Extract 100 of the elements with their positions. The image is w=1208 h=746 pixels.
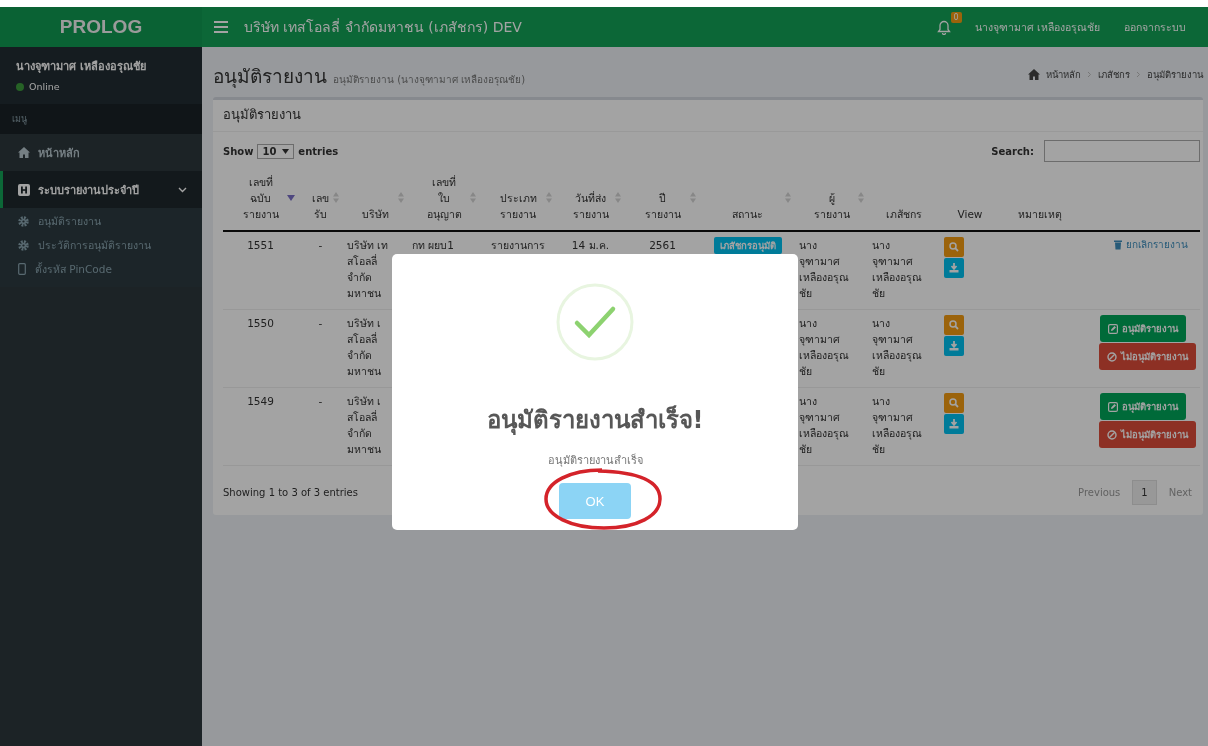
app-logo[interactable]: PROLOG xyxy=(0,7,202,47)
notification-count: 0 xyxy=(950,11,962,23)
column-header[interactable]: เลขที่ ฉบับ รายงาน xyxy=(242,174,279,222)
logout-link[interactable]: ออกจากระบบ xyxy=(1124,18,1186,36)
breadcrumb-link[interactable]: หน้าหลัก xyxy=(1046,67,1081,82)
table-cell-text: นาง จุฑามาศ เหลืองอรุณ ชัย xyxy=(799,238,850,301)
sort-icon[interactable] xyxy=(857,192,865,203)
table-cell-text: 1549 xyxy=(246,394,275,409)
menu-header: เมนู xyxy=(0,104,202,134)
download-icon xyxy=(949,419,959,429)
chevron-icon[interactable] xyxy=(178,186,187,193)
column-header[interactable]: View xyxy=(957,206,983,222)
ban-icon xyxy=(1107,429,1117,440)
sort-icon[interactable] xyxy=(397,192,405,203)
column-header[interactable]: ประเภท รายงาน xyxy=(499,190,537,222)
table-cell-text: นาง จุฑามาศ เหลืองอรุณ ชัย xyxy=(872,316,923,379)
submenu-item[interactable]: ประวัติการอนุมัติรายงาน xyxy=(0,233,202,257)
page-subtitle: อนุมัติรายงาน (นางจุฑามาศ เหลืองอรุณชัย) xyxy=(333,74,526,85)
company-title: บริษัท เทสโอลลี่ จำกัดมหาชน (เภสัชกร) DEV xyxy=(244,17,522,37)
page-link[interactable]: 1 xyxy=(1132,480,1157,505)
table-cell-text: 1550 xyxy=(246,316,275,331)
search-icon xyxy=(949,242,959,252)
breadcrumb-link[interactable]: เภสัชกร xyxy=(1098,67,1130,82)
table-info: Showing 1 to 3 of 3 entries xyxy=(223,487,358,498)
success-check-icon xyxy=(555,282,635,362)
download-button[interactable] xyxy=(944,258,964,278)
search-field[interactable] xyxy=(1044,140,1200,162)
user-name: นางจุฑามาศ เหลืองอรุณชัย xyxy=(16,59,147,75)
home-icon xyxy=(18,147,30,158)
show-label: Show xyxy=(223,145,254,157)
box-title: อนุมัติรายงาน xyxy=(213,100,1203,132)
home-icon xyxy=(1028,69,1040,80)
sort-icon[interactable] xyxy=(287,192,295,203)
table-cell-text: - xyxy=(317,238,324,253)
table-cell-text: - xyxy=(317,394,324,409)
submenu-item[interactable]: อนุมัติรายงาน xyxy=(0,209,202,233)
search-icon xyxy=(949,398,959,408)
table-cell-text: - xyxy=(317,316,324,331)
search-label: Search: xyxy=(991,145,1034,157)
menu-icon[interactable] xyxy=(214,21,228,33)
sort-icon[interactable] xyxy=(545,192,553,203)
table-cell-text: นาง จุฑามาศ เหลืองอรุณ ชัย xyxy=(872,238,923,301)
edit-icon xyxy=(1108,323,1118,334)
dialog-title: อนุมัติรายงานสำเร็จ! xyxy=(486,404,704,437)
user-menu[interactable]: นางจุฑามาศ เหลืองอรุณชัย xyxy=(974,18,1100,36)
sort-icon[interactable] xyxy=(784,192,792,203)
sort-icon[interactable] xyxy=(614,192,622,203)
edit-icon xyxy=(1108,401,1118,412)
status-badge: เภสัชกรอนุมัติ xyxy=(713,237,782,254)
download-icon xyxy=(949,263,959,273)
bell-icon xyxy=(936,19,951,35)
reject-button[interactable]: ไม่อนุมัติรายงาน xyxy=(1099,343,1196,370)
column-header[interactable]: เภสัชกร xyxy=(886,206,922,222)
table-cell-text: รายงานการ xyxy=(490,238,546,253)
cancel-link[interactable]: ยกเลิกรายงาน xyxy=(1114,237,1196,252)
dropdown-arrow-icon xyxy=(282,148,290,154)
table-cell-text: นาง จุฑามาศ เหลืองอรุณ ชัย xyxy=(799,394,850,457)
column-header[interactable]: บริษัท xyxy=(362,206,389,222)
page-size-select[interactable]: 10 xyxy=(257,143,295,159)
column-header[interactable]: สถานะ xyxy=(732,206,763,222)
table-cell-text: บริษัท เ สโอลลี่ จำกัด มหาชน xyxy=(347,316,383,379)
table-cell-text: บริษัท เท สโอลลี่ จำกัด มหาชน xyxy=(347,238,390,301)
view-button[interactable] xyxy=(944,393,964,413)
status-dot xyxy=(16,82,24,91)
download-icon xyxy=(949,341,959,351)
sidebar-item[interactable]: หน้าหลัก xyxy=(0,134,202,171)
sort-icon[interactable] xyxy=(469,192,477,203)
view-button[interactable] xyxy=(944,315,964,335)
column-header[interactable]: ผู้ รายงาน xyxy=(813,190,850,222)
mobile-phone-icon xyxy=(18,263,26,275)
sort-icon[interactable] xyxy=(689,192,697,203)
breadcrumb-current: อนุมัติรายงาน xyxy=(1147,68,1203,82)
chevron-icon xyxy=(1087,71,1092,78)
gear-icon xyxy=(18,215,29,227)
column-header[interactable]: หมายเหตุ xyxy=(1018,206,1062,222)
view-button[interactable] xyxy=(944,237,964,257)
reject-button[interactable]: ไม่อนุมัติรายงาน xyxy=(1099,421,1196,448)
approve-button[interactable]: อนุมัติรายงาน xyxy=(1100,315,1186,342)
approve-button[interactable]: อนุมัติรายงาน xyxy=(1100,393,1186,420)
table-cell-text: นาง จุฑามาศ เหลืองอรุณ ชัย xyxy=(799,316,850,379)
column-header[interactable]: เลขที่ ใบ อนุญาต xyxy=(426,174,462,222)
column-header[interactable]: เลข รับ xyxy=(312,190,329,222)
download-button[interactable] xyxy=(944,336,964,356)
entries-label: entries xyxy=(298,145,339,157)
hospital-sign-icon xyxy=(18,183,30,196)
sort-icon[interactable] xyxy=(332,192,340,203)
column-header[interactable]: ปี รายงาน xyxy=(644,190,681,222)
search-icon xyxy=(949,320,959,330)
column-header[interactable]: วันที่ส่ง รายงาน xyxy=(572,190,609,222)
online-status: Online xyxy=(29,81,60,92)
table-cell-text: บริษัท เ สโอลลี่ จำกัด มหาชน xyxy=(347,394,383,457)
chevron-icon xyxy=(1136,71,1141,78)
table-cell-text: 2561 xyxy=(648,238,677,253)
sidebar-item[interactable]: ระบบรายงานประจำปี xyxy=(0,171,202,208)
download-button[interactable] xyxy=(944,414,964,434)
dialog-message: อนุมัติรายงานสำเร็จ xyxy=(547,452,643,469)
gear-icon xyxy=(18,239,29,251)
table-cell-text: 1551 xyxy=(246,238,275,253)
trash-icon xyxy=(1114,239,1122,250)
submenu-item[interactable]: ตั้งรหัส PinCode xyxy=(0,257,202,281)
